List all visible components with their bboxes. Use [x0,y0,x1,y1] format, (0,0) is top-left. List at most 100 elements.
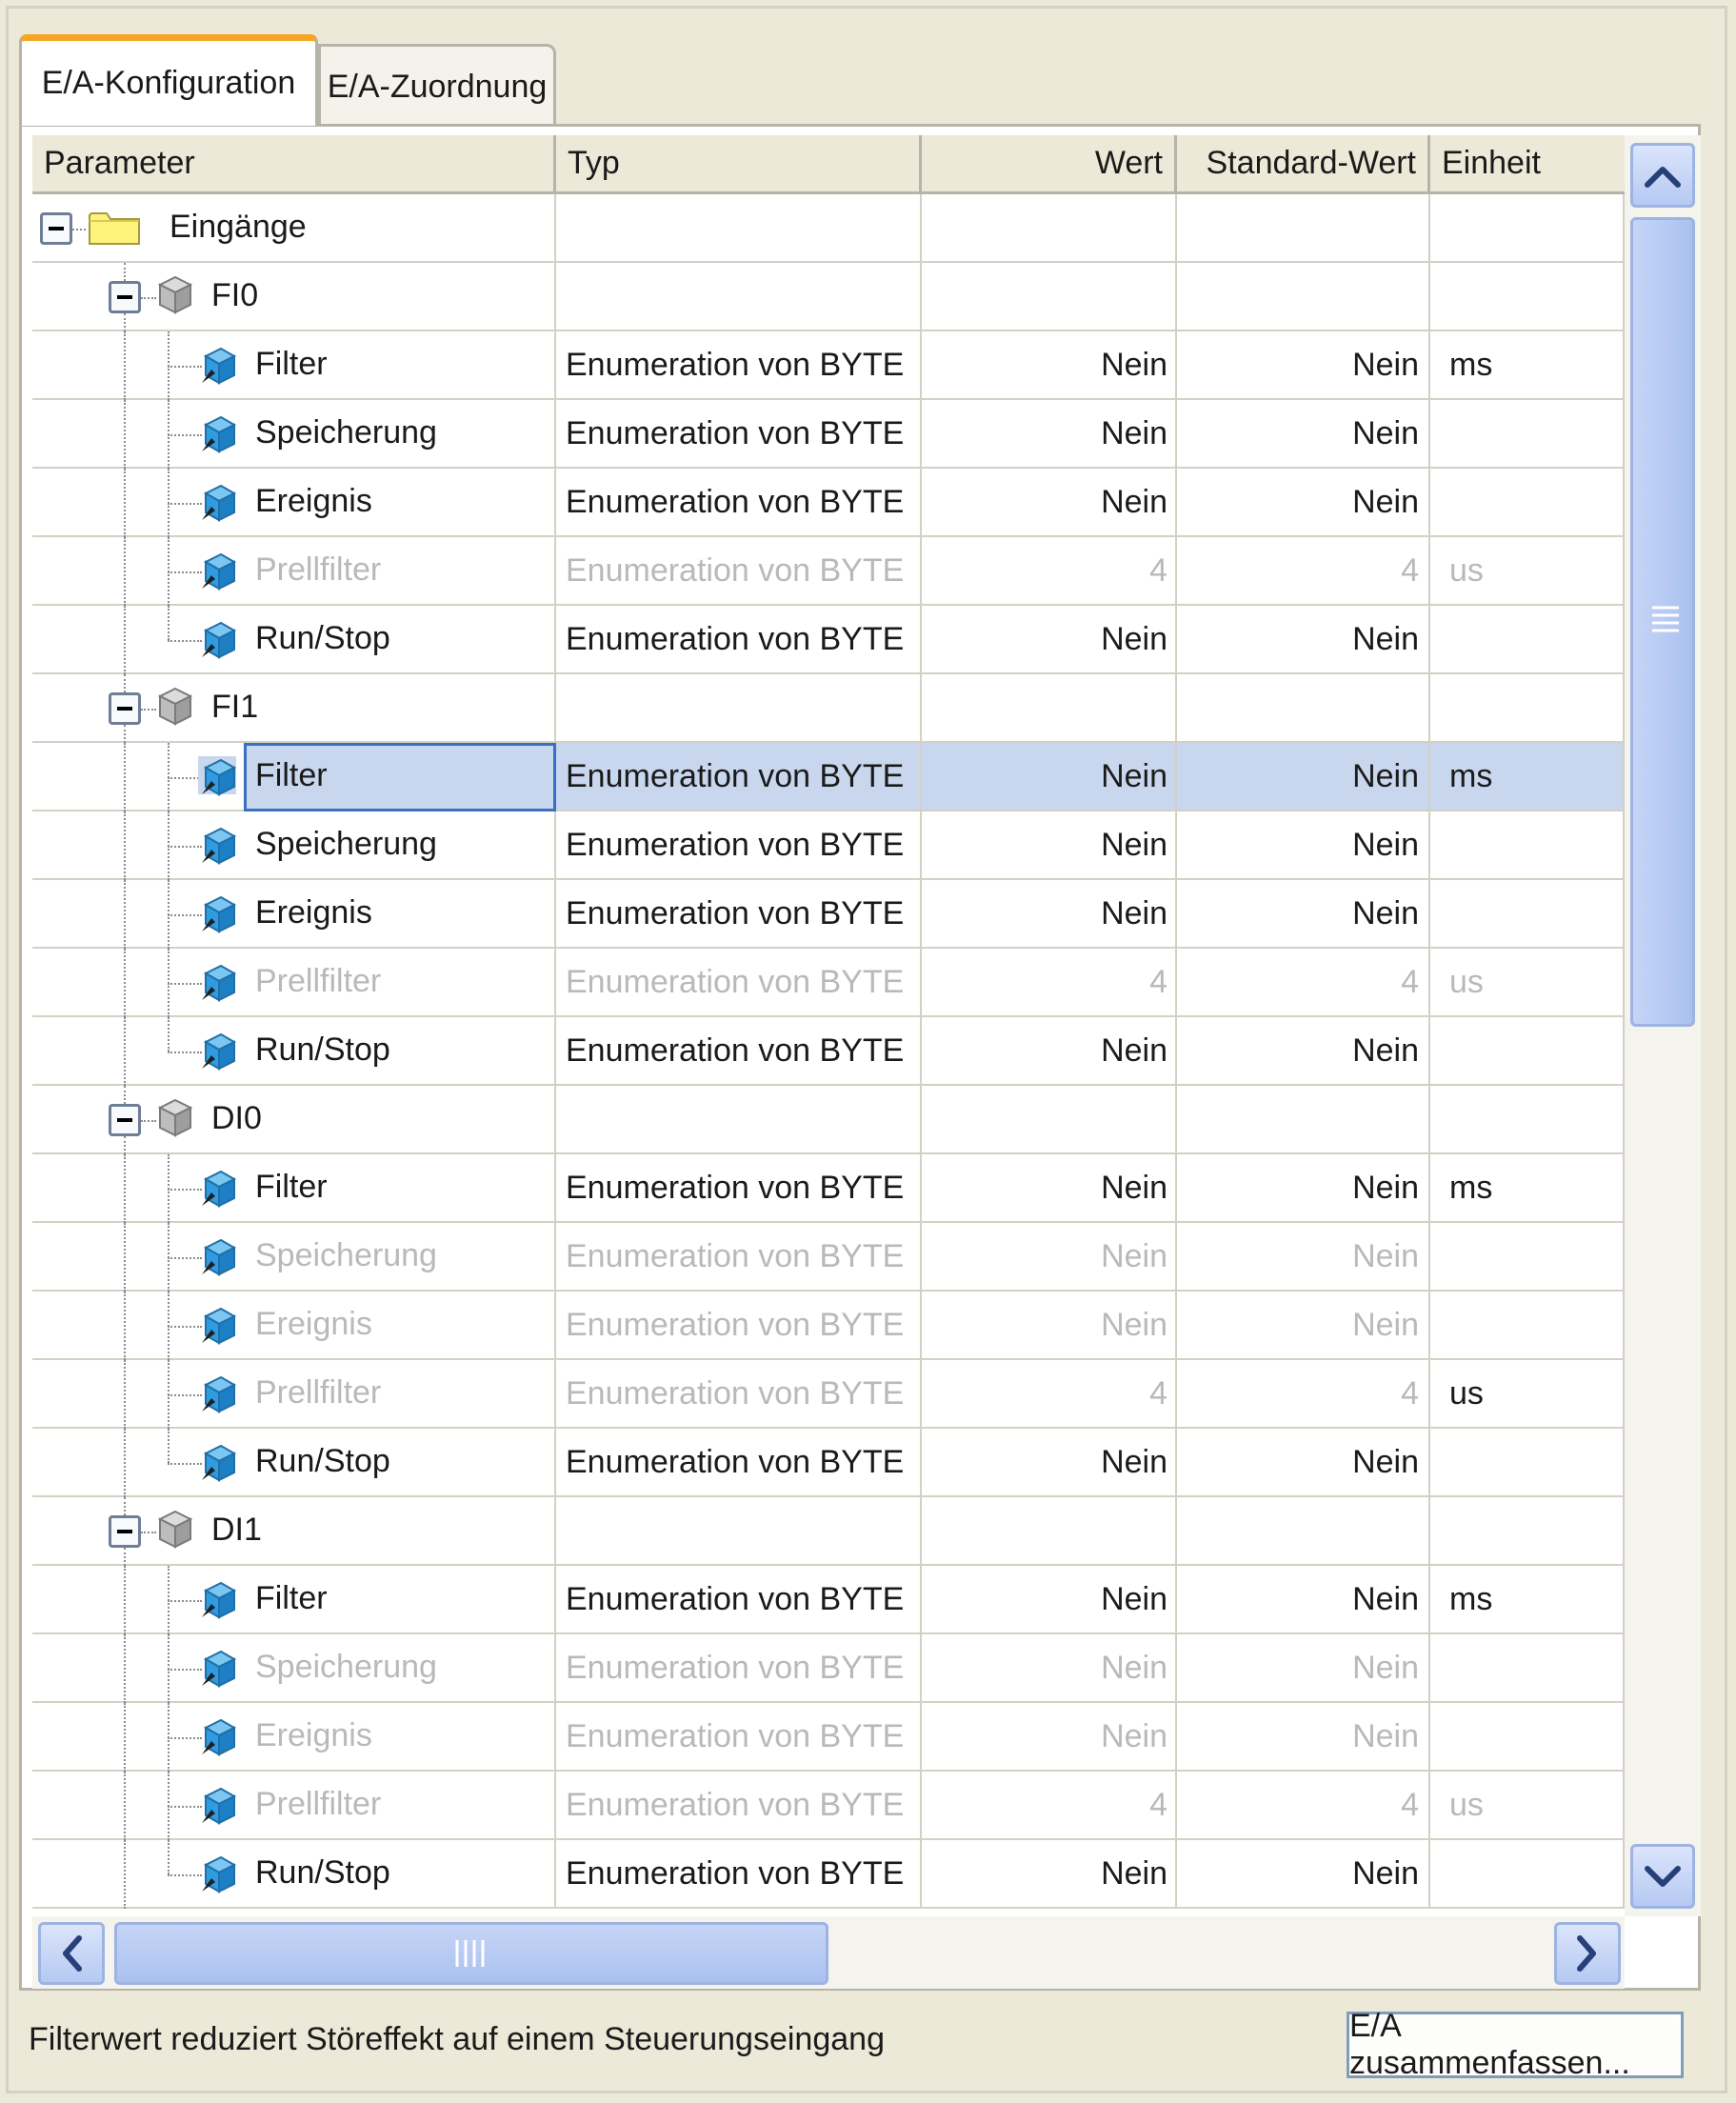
group-row[interactable]: FI1 [32,674,1625,743]
einheit-cell: us [1430,1360,1625,1429]
chevron-up-icon [1645,167,1681,188]
column-header-wert[interactable]: Wert [922,135,1177,194]
param-label: Ereignis [255,894,372,931]
standard-wert-value: Nein [1352,1580,1419,1617]
collapse-icon[interactable] [40,212,72,245]
standard-wert-value: Nein [1352,1031,1419,1069]
standard-wert-cell: 4 [1177,537,1430,606]
param-row[interactable]: Filter Enumeration von BYTE Nein Nein ms [32,1566,1625,1634]
wert-cell [922,674,1177,743]
tree-connector [168,1429,170,1463]
einheit-value: ms [1449,1580,1493,1617]
tree-connector [168,640,202,642]
collapse-icon[interactable] [109,1515,141,1548]
einheit-cell: ms [1430,331,1625,400]
tree-connector [168,503,202,505]
param-row[interactable]: Filter Enumeration von BYTE Nein Nein ms [32,331,1625,400]
vertical-scroll-thumb[interactable] [1630,217,1695,1027]
blue-cube-icon [198,825,237,865]
param-row[interactable]: Speicherung Enumeration von BYTE Nein Nein [32,1634,1625,1703]
param-cell: Run/Stop [32,1429,556,1497]
tree-connector [124,1223,126,1292]
horizontal-scroll-thumb[interactable] [114,1922,828,1985]
typ-value: Enumeration von BYTE [566,1580,905,1617]
tree-connector [141,709,156,711]
group-row[interactable]: FI0 [32,263,1625,331]
param-label: Run/Stop [255,1443,390,1479]
typ-cell: Enumeration von BYTE [556,469,922,537]
column-header-parameter[interactable]: Parameter [32,135,556,194]
collapse-icon[interactable] [109,281,141,313]
column-header-typ[interactable]: Typ [556,135,922,194]
scroll-down-button[interactable] [1630,1844,1695,1909]
blue-cube-icon [198,1168,237,1208]
param-row[interactable]: Run/Stop Enumeration von BYTE Nein Nein [32,1429,1625,1497]
tree-connector [124,1772,126,1840]
collapse-icon[interactable] [109,1104,141,1136]
param-label: Filter [255,346,328,382]
param-cell: Prellfilter [32,537,556,606]
tree-connector [168,606,170,640]
wert-value: Nein [1101,483,1167,520]
param-row[interactable]: Filter Enumeration von BYTE Nein Nein ms [32,1154,1625,1223]
einheit-cell: ms [1430,743,1625,811]
param-row[interactable]: Speicherung Enumeration von BYTE Nein Nein [32,811,1625,880]
einheit-cell [1430,400,1625,469]
grip-icon [455,1940,485,1967]
standard-wert-value: Nein [1352,620,1419,657]
tree-connector [124,331,126,400]
param-label: Speicherung [255,826,437,862]
param-row[interactable]: Prellfilter Enumeration von BYTE 4 4 us [32,537,1625,606]
param-row[interactable]: Filter Enumeration von BYTE Nein Nein ms [32,743,1625,811]
param-row[interactable]: Ereignis Enumeration von BYTE Nein Nein [32,1292,1625,1360]
wert-cell: Nein [922,743,1177,811]
param-row[interactable]: Ereignis Enumeration von BYTE Nein Nein [32,1703,1625,1772]
param-row[interactable]: Prellfilter Enumeration von BYTE 4 4 us [32,1360,1625,1429]
tree-connector [168,1737,202,1739]
typ-value: Enumeration von BYTE [566,757,905,794]
param-row[interactable]: Ereignis Enumeration von BYTE Nein Nein [32,469,1625,537]
param-row[interactable]: Ereignis Enumeration von BYTE Nein Nein [32,880,1625,949]
tree-connector [124,1154,126,1223]
typ-cell: Enumeration von BYTE [556,1360,922,1429]
tree-connector [168,1189,202,1191]
tab-io-zuordnung[interactable]: E/A-Zuordnung [318,44,556,128]
param-cell: Run/Stop [32,1840,556,1909]
tree-label: Eingänge [170,209,307,245]
param-row[interactable]: Prellfilter Enumeration von BYTE 4 4 us [32,1772,1625,1840]
wert-value: Nein [1101,1169,1167,1206]
param-row[interactable]: Speicherung Enumeration von BYTE Nein Nein [32,1223,1625,1292]
param-row[interactable]: Run/Stop Enumeration von BYTE Nein Nein [32,1017,1625,1086]
group-row[interactable]: DI1 [32,1497,1625,1566]
typ-cell: Enumeration von BYTE [556,1566,922,1634]
einheit-cell [1430,1017,1625,1086]
column-header-label: Typ [568,145,620,181]
collapse-icon[interactable] [109,692,141,725]
group-row[interactable]: DI0 [32,1086,1625,1154]
param-row[interactable]: Run/Stop Enumeration von BYTE Nein Nein [32,606,1625,674]
tab-io-konfiguration[interactable]: E/A-Konfiguration [19,34,318,126]
typ-value: Enumeration von BYTE [566,1649,905,1686]
scroll-up-button[interactable] [1630,143,1695,208]
chevron-left-icon [63,1935,82,1972]
standard-wert-value: Nein [1352,1237,1419,1274]
tree-connector [124,1548,126,1566]
scroll-left-button[interactable] [38,1922,105,1985]
typ-cell [556,194,922,263]
param-row[interactable]: Run/Stop Enumeration von BYTE Nein Nein [32,1840,1625,1909]
wert-value: Nein [1101,1237,1167,1274]
param-row[interactable]: Speicherung Enumeration von BYTE Nein Nein [32,400,1625,469]
scroll-right-button[interactable] [1554,1922,1621,1985]
summarize-io-button[interactable]: E/A zusammenfassen... [1347,2008,1684,2081]
root-row[interactable]: Eingänge [32,194,1625,263]
standard-wert-cell: Nein [1177,1566,1430,1634]
column-header-standard-wert[interactable]: Standard-Wert [1177,135,1430,194]
param-cell: Speicherung [32,1223,556,1292]
param-row[interactable]: Prellfilter Enumeration von BYTE 4 4 us [32,949,1625,1017]
tree-label: FI1 [211,689,259,725]
column-header-einheit[interactable]: Einheit [1430,135,1625,194]
standard-wert-cell: Nein [1177,880,1430,949]
tree-connector [124,811,126,880]
wert-value: Nein [1101,1031,1167,1069]
standard-wert-cell [1177,674,1430,743]
